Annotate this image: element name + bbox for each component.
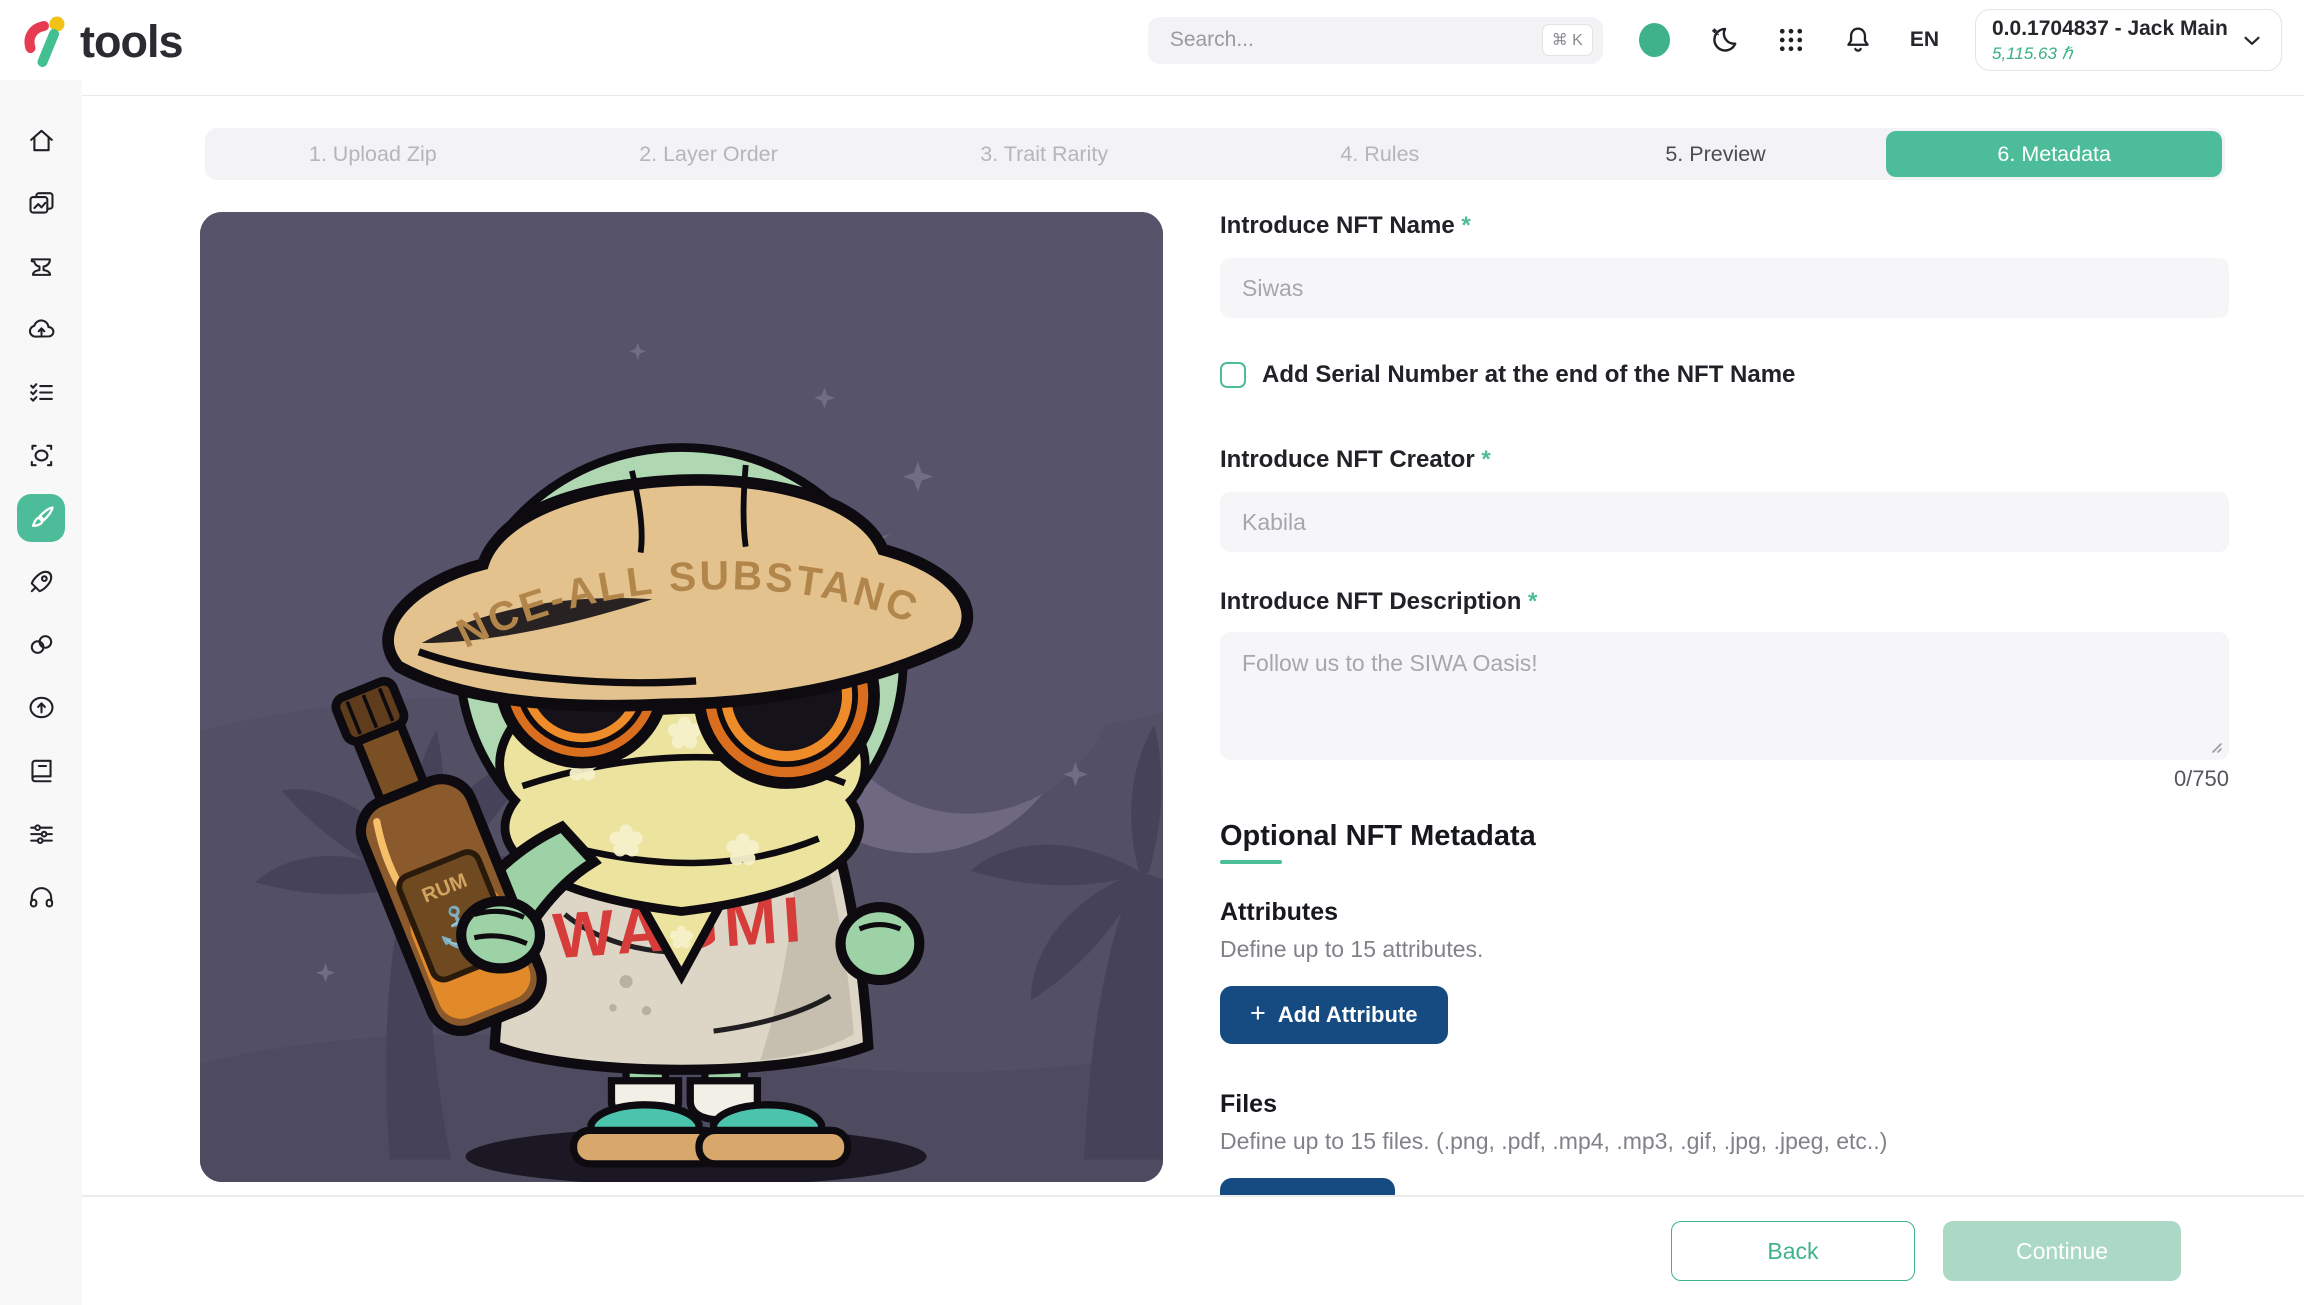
upload-circle-icon: [28, 696, 54, 718]
sidebar-item-focus[interactable]: [17, 431, 65, 479]
step-rules[interactable]: 4. Rules: [1212, 128, 1548, 180]
step-preview[interactable]: 5. Preview: [1548, 128, 1884, 180]
files-title: Files: [1220, 1090, 1277, 1118]
nft-description-textarea[interactable]: [1220, 632, 2229, 760]
apps-menu-button[interactable]: [1776, 25, 1806, 55]
step-metadata[interactable]: 6. Metadata: [1886, 131, 2223, 177]
plus-icon: +: [1250, 998, 1266, 1028]
moon-icon: [1711, 27, 1737, 52]
account-id-name: 0.0.1704837 - Jack Main: [1992, 17, 2228, 41]
attributes-hint: Define up to 15 attributes.: [1220, 936, 1484, 962]
left-sidebar: [0, 80, 82, 1305]
metadata-form: Introduce NFT Name * Add Serial Number a…: [1220, 212, 2229, 1236]
required-asterisk: *: [1528, 588, 1538, 615]
focus-scan-icon: [30, 444, 52, 466]
bell-icon: [1847, 27, 1869, 52]
account-balance: 5,115.63 ℏ: [1992, 43, 2073, 63]
required-asterisk: *: [1461, 212, 1471, 239]
nft-creator-label: Introduce NFT Creator *: [1220, 446, 1491, 473]
sidebar-item-launch[interactable]: [17, 557, 65, 605]
sidebar-item-links[interactable]: [17, 620, 65, 668]
header-divider: [82, 95, 2304, 96]
heading-underline: [1220, 860, 1282, 864]
search-input[interactable]: [1169, 28, 1542, 52]
sidebar-item-docs[interactable]: [17, 746, 65, 794]
sidebar-item-home[interactable]: [17, 116, 65, 164]
anvil-icon: [30, 257, 51, 276]
nft-artwork: WAGMI: [200, 212, 1163, 1182]
sidebar-item-forge[interactable]: [17, 242, 65, 290]
sidebar-item-checklist[interactable]: [17, 368, 65, 416]
attributes-title: Attributes: [1220, 898, 1339, 926]
sidebar-item-support[interactable]: [17, 872, 65, 920]
serial-number-label: Add Serial Number at the end of the NFT …: [1262, 361, 1796, 388]
optional-metadata-heading: Optional NFT Metadata: [1220, 820, 1536, 852]
step-trait-rarity[interactable]: 3. Trait Rarity: [876, 128, 1212, 180]
wizard-footer: Back Continue: [82, 1195, 2304, 1305]
chevron-down-icon: [2244, 36, 2260, 45]
sidebar-item-settings[interactable]: [17, 809, 65, 857]
description-char-counter: 0/750: [2173, 766, 2229, 791]
sidebar-item-design-active[interactable]: [17, 494, 65, 542]
nft-description-label: Introduce NFT Description *: [1220, 588, 1538, 615]
cloud-upload-icon: [28, 318, 54, 338]
nft-name-label: Introduce NFT Name *: [1220, 212, 1471, 239]
home-icon: [29, 129, 53, 151]
main-content: 1. Upload Zip 2. Layer Order 3. Trait Ra…: [82, 80, 2304, 1305]
rocket-icon: [30, 570, 52, 592]
top-header: tools ⌘ K: [0, 0, 2304, 80]
sidebar-item-gallery[interactable]: [17, 179, 65, 227]
logo-icon: [24, 16, 65, 67]
stepper: 1. Upload Zip 2. Layer Order 3. Trait Ra…: [205, 128, 2225, 180]
files-hint: Define up to 15 files. (.png, .pdf, .mp4…: [1220, 1128, 1888, 1154]
step-layer-order[interactable]: 2. Layer Order: [541, 128, 877, 180]
logo-text: tools: [80, 16, 183, 67]
account-dropdown[interactable]: 0.0.1704837 - Jack Main 5,115.63 ℏ: [1975, 9, 2282, 71]
back-button[interactable]: Back: [1671, 1221, 1915, 1281]
search-shortcut-badge: ⌘ K: [1541, 24, 1593, 56]
paint-brush-icon: [31, 505, 54, 527]
grid-dots-icon: [1779, 28, 1802, 52]
checklist-icon: [29, 382, 53, 402]
step-upload-zip[interactable]: 1. Upload Zip: [205, 128, 541, 180]
nft-preview-image: WAGMI: [200, 212, 1163, 1182]
continue-button[interactable]: Continue: [1943, 1221, 2181, 1281]
notifications-button[interactable]: [1842, 24, 1874, 56]
rings-icon: [30, 634, 52, 654]
dark-mode-toggle[interactable]: [1706, 23, 1740, 57]
nft-creator-input[interactable]: [1220, 492, 2229, 552]
sliders-icon: [29, 823, 53, 844]
search-box[interactable]: ⌘ K: [1147, 16, 1603, 64]
gallery-icon: [28, 191, 54, 214]
app-window: tools ⌘ K: [0, 0, 2304, 1305]
add-attribute-button[interactable]: + Add Attribute: [1220, 986, 1448, 1044]
nft-name-input[interactable]: [1220, 258, 2229, 318]
book-icon: [30, 759, 52, 782]
sidebar-item-publish[interactable]: [17, 683, 65, 731]
app-logo[interactable]: tools: [20, 12, 183, 68]
resize-handle-icon[interactable]: [2209, 740, 2223, 754]
status-avatar-dot[interactable]: [1638, 23, 1670, 57]
language-selector[interactable]: EN: [1910, 28, 1939, 52]
serial-number-checkbox[interactable]: [1220, 362, 1246, 388]
sidebar-item-upload-cloud[interactable]: [17, 305, 65, 353]
headphones-icon: [29, 886, 53, 907]
required-asterisk: *: [1481, 446, 1491, 473]
